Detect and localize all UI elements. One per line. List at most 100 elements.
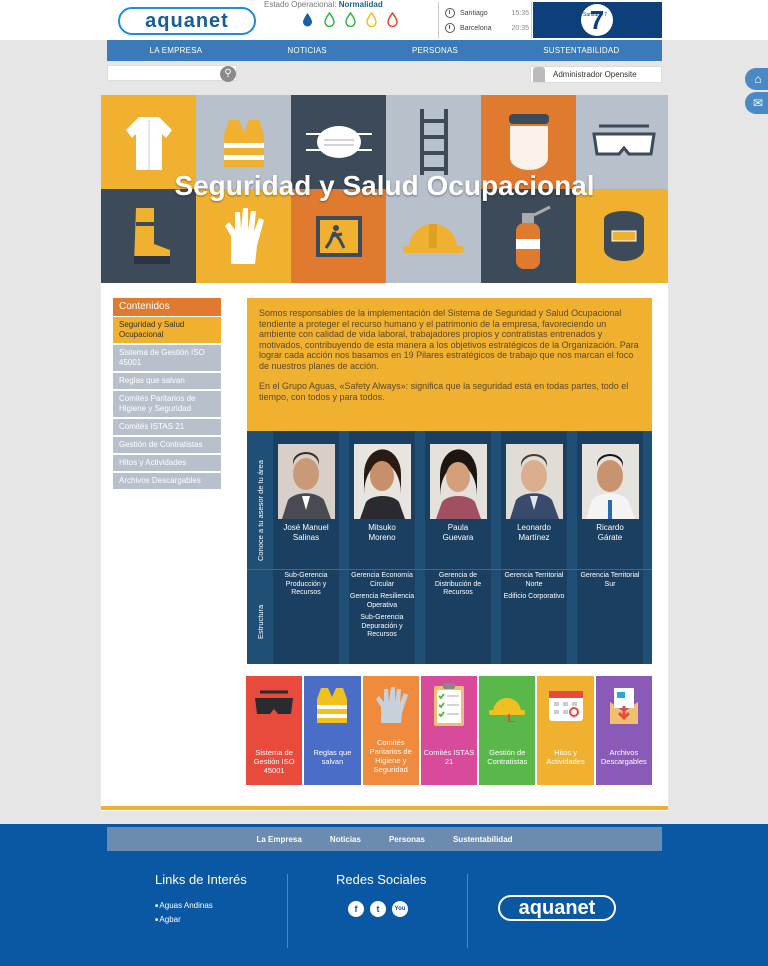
glove-icon	[196, 189, 291, 283]
member-areas: Gerencia Territorial Sur	[577, 572, 643, 593]
drop-icon-green	[324, 12, 335, 27]
footer-divider-2	[467, 874, 468, 948]
card-hitos[interactable]: Hitos y Actividades	[537, 676, 594, 785]
menu-item-seguridad[interactable]: Seguridad y Salud Ocupacional	[113, 317, 221, 343]
menu-item-contratistas[interactable]: Gestión de Contratistas	[113, 437, 221, 453]
card-istas[interactable]: Comités ISTAS 21	[420, 676, 478, 785]
member-name: Leonardo Martínez	[501, 523, 567, 542]
twitter-icon[interactable]: t	[370, 901, 386, 917]
clock-time: 20:35	[511, 24, 529, 32]
user-name: Administrador Opensite	[553, 70, 637, 79]
clock-city: Barcelona	[460, 24, 492, 32]
checklist-icon	[421, 676, 477, 734]
drop-icon-red	[387, 12, 398, 27]
team-label: Conoce a tu asesor de tu área	[256, 460, 265, 561]
member-area: Gerencia Economía Circular	[351, 572, 413, 588]
card-archivos[interactable]: Archivos Descargables	[595, 676, 652, 785]
search-icon[interactable]: ⚲	[220, 66, 236, 82]
clock-icon	[445, 23, 455, 33]
clock-icon	[445, 8, 455, 18]
footer-logo[interactable]: aquanet	[498, 895, 616, 921]
link-agbar[interactable]: Agbar	[155, 915, 180, 924]
team-member[interactable]: Leonardo Martínez Gerencia Territorial No…	[501, 431, 567, 664]
team-member[interactable]: Paula Guevara Gerencia de Distribución de…	[425, 431, 491, 664]
hard-hat-icon	[479, 676, 535, 734]
link-aguas-andinas[interactable]: Aguas Andinas	[155, 901, 212, 910]
drop-icon-green-2	[345, 12, 356, 27]
member-areas: Gerencia Economía Circular Gerencia Resil…	[349, 572, 415, 644]
hard-hat-icon	[386, 189, 481, 283]
user-menu[interactable]: Administrador Opensite	[530, 66, 662, 83]
menu-item-archivos[interactable]: Archivos Descargables	[113, 473, 221, 489]
menu-item-istas[interactable]: Comités ISTAS 21	[113, 419, 221, 435]
clock-time: 15:35	[511, 9, 529, 17]
aquanet-logo[interactable]: aquanet	[118, 7, 256, 35]
member-last-name: Guevara	[442, 532, 474, 542]
team-member[interactable]: José Manuel Salinas Sub-Gerencia Producci…	[273, 431, 339, 664]
member-photo	[582, 444, 639, 519]
world-clocks: Santiago 15:35 Barcelona 20:35	[438, 2, 532, 38]
quick-links: Sistema de Gestión ISO 45001 Reglas que …	[246, 676, 652, 785]
menu-item-comites-paritarios[interactable]: Comités Paritarios de Higiene y Segurida…	[113, 391, 221, 417]
intro-paragraph: Somos responsables de la implementación …	[259, 308, 639, 371]
member-first-name: José Manuel	[283, 523, 329, 532]
menu-item-iso-45001[interactable]: Sistema de Gestión ISO 45001	[113, 345, 221, 371]
card-label: Reglas que salvan	[313, 748, 352, 766]
estado-value: Normalidad	[338, 0, 383, 9]
member-area: Gerencia Resiliencia Operativa	[349, 593, 415, 609]
team-member[interactable]: Ricardo Gárate Gerencia Territorial Sur	[577, 431, 643, 664]
clock-city: Santiago	[460, 9, 488, 17]
banner-seven: 7	[581, 4, 613, 36]
team-member[interactable]: Mitsuko Moreno Gerencia Economía Circular…	[349, 431, 415, 664]
footer-nav-sustentabilidad[interactable]: Sustentabilidad	[453, 835, 513, 844]
links-title: Links de Interés	[155, 872, 247, 887]
member-first-name: Paula	[447, 523, 469, 532]
mail-icon[interactable]: ✉	[745, 92, 768, 114]
nav-personas[interactable]: PERSONAS	[412, 46, 458, 55]
card-comites-paritarios[interactable]: Comités Paritarios de Higiene y Segurida…	[362, 676, 419, 785]
calendar-icon	[537, 676, 593, 734]
footer-nav-noticias[interactable]: Noticias	[330, 835, 361, 844]
footer-nav-la-empresa[interactable]: La Empresa	[256, 835, 301, 844]
member-area: Edificio Corporativo	[503, 593, 565, 600]
nav-noticias[interactable]: NOTICIAS	[287, 46, 326, 55]
member-area: Gerencia Territorial Norte	[504, 572, 564, 588]
card-label: Hitos y Actividades	[546, 748, 585, 766]
footer-nav-personas[interactable]: Personas	[389, 835, 425, 844]
member-name: Paula Guevara	[425, 523, 491, 542]
structure-label: Estructura	[256, 604, 265, 639]
safety-vest-icon	[304, 676, 360, 734]
logo-text: aquanet	[145, 9, 229, 32]
card-label: Comités ISTAS 21	[423, 748, 475, 766]
menu-item-hitos[interactable]: Hitos y Actividades	[113, 455, 221, 471]
goggles-icon	[246, 676, 302, 734]
member-name: Ricardo Gárate	[577, 523, 643, 542]
glove-icon	[363, 676, 419, 734]
footer-nav: La Empresa Noticias Personas Sustentabil…	[107, 827, 662, 851]
member-areas: Sub-Gerencia Producción y Recursos	[273, 572, 339, 602]
card-reglas[interactable]: Reglas que salvan	[304, 676, 361, 785]
contenidos-menu: Contenidos Seguridad y Salud Ocupacional…	[113, 298, 221, 491]
search-input[interactable]: ⚲	[107, 65, 237, 82]
member-area: Sub-Gerencia Depuración y Recursos	[360, 614, 404, 638]
member-name: Mitsuko Moreno	[349, 523, 415, 542]
boot-icon	[101, 189, 196, 283]
estado-label: Estado Operacional:	[264, 0, 337, 9]
santiago-7-banner[interactable]: 7 Santiago 7	[533, 2, 662, 38]
nav-la-empresa[interactable]: LA EMPRESA	[150, 46, 203, 55]
footer-divider	[287, 874, 288, 948]
content-bottom-bar	[101, 806, 668, 810]
home-icon[interactable]: ⌂	[745, 68, 768, 90]
card-iso-45001[interactable]: Sistema de Gestión ISO 45001	[246, 676, 303, 785]
nav-sustentabilidad[interactable]: SUSTENTABILIDAD	[543, 46, 619, 55]
welding-mask-icon	[576, 189, 668, 283]
divider	[247, 569, 652, 570]
clock-santiago: Santiago 15:35	[445, 8, 529, 18]
member-first-name: Ricardo	[596, 523, 624, 532]
facebook-icon[interactable]: f	[348, 901, 364, 917]
menu-item-reglas[interactable]: Reglas que salvan	[113, 373, 221, 389]
card-contratistas[interactable]: Gestión de Contratistas	[479, 676, 536, 785]
member-areas: Gerencia de Distribución de Recursos	[425, 572, 491, 602]
youtube-icon[interactable]: You	[392, 901, 408, 917]
member-photo	[278, 444, 335, 519]
